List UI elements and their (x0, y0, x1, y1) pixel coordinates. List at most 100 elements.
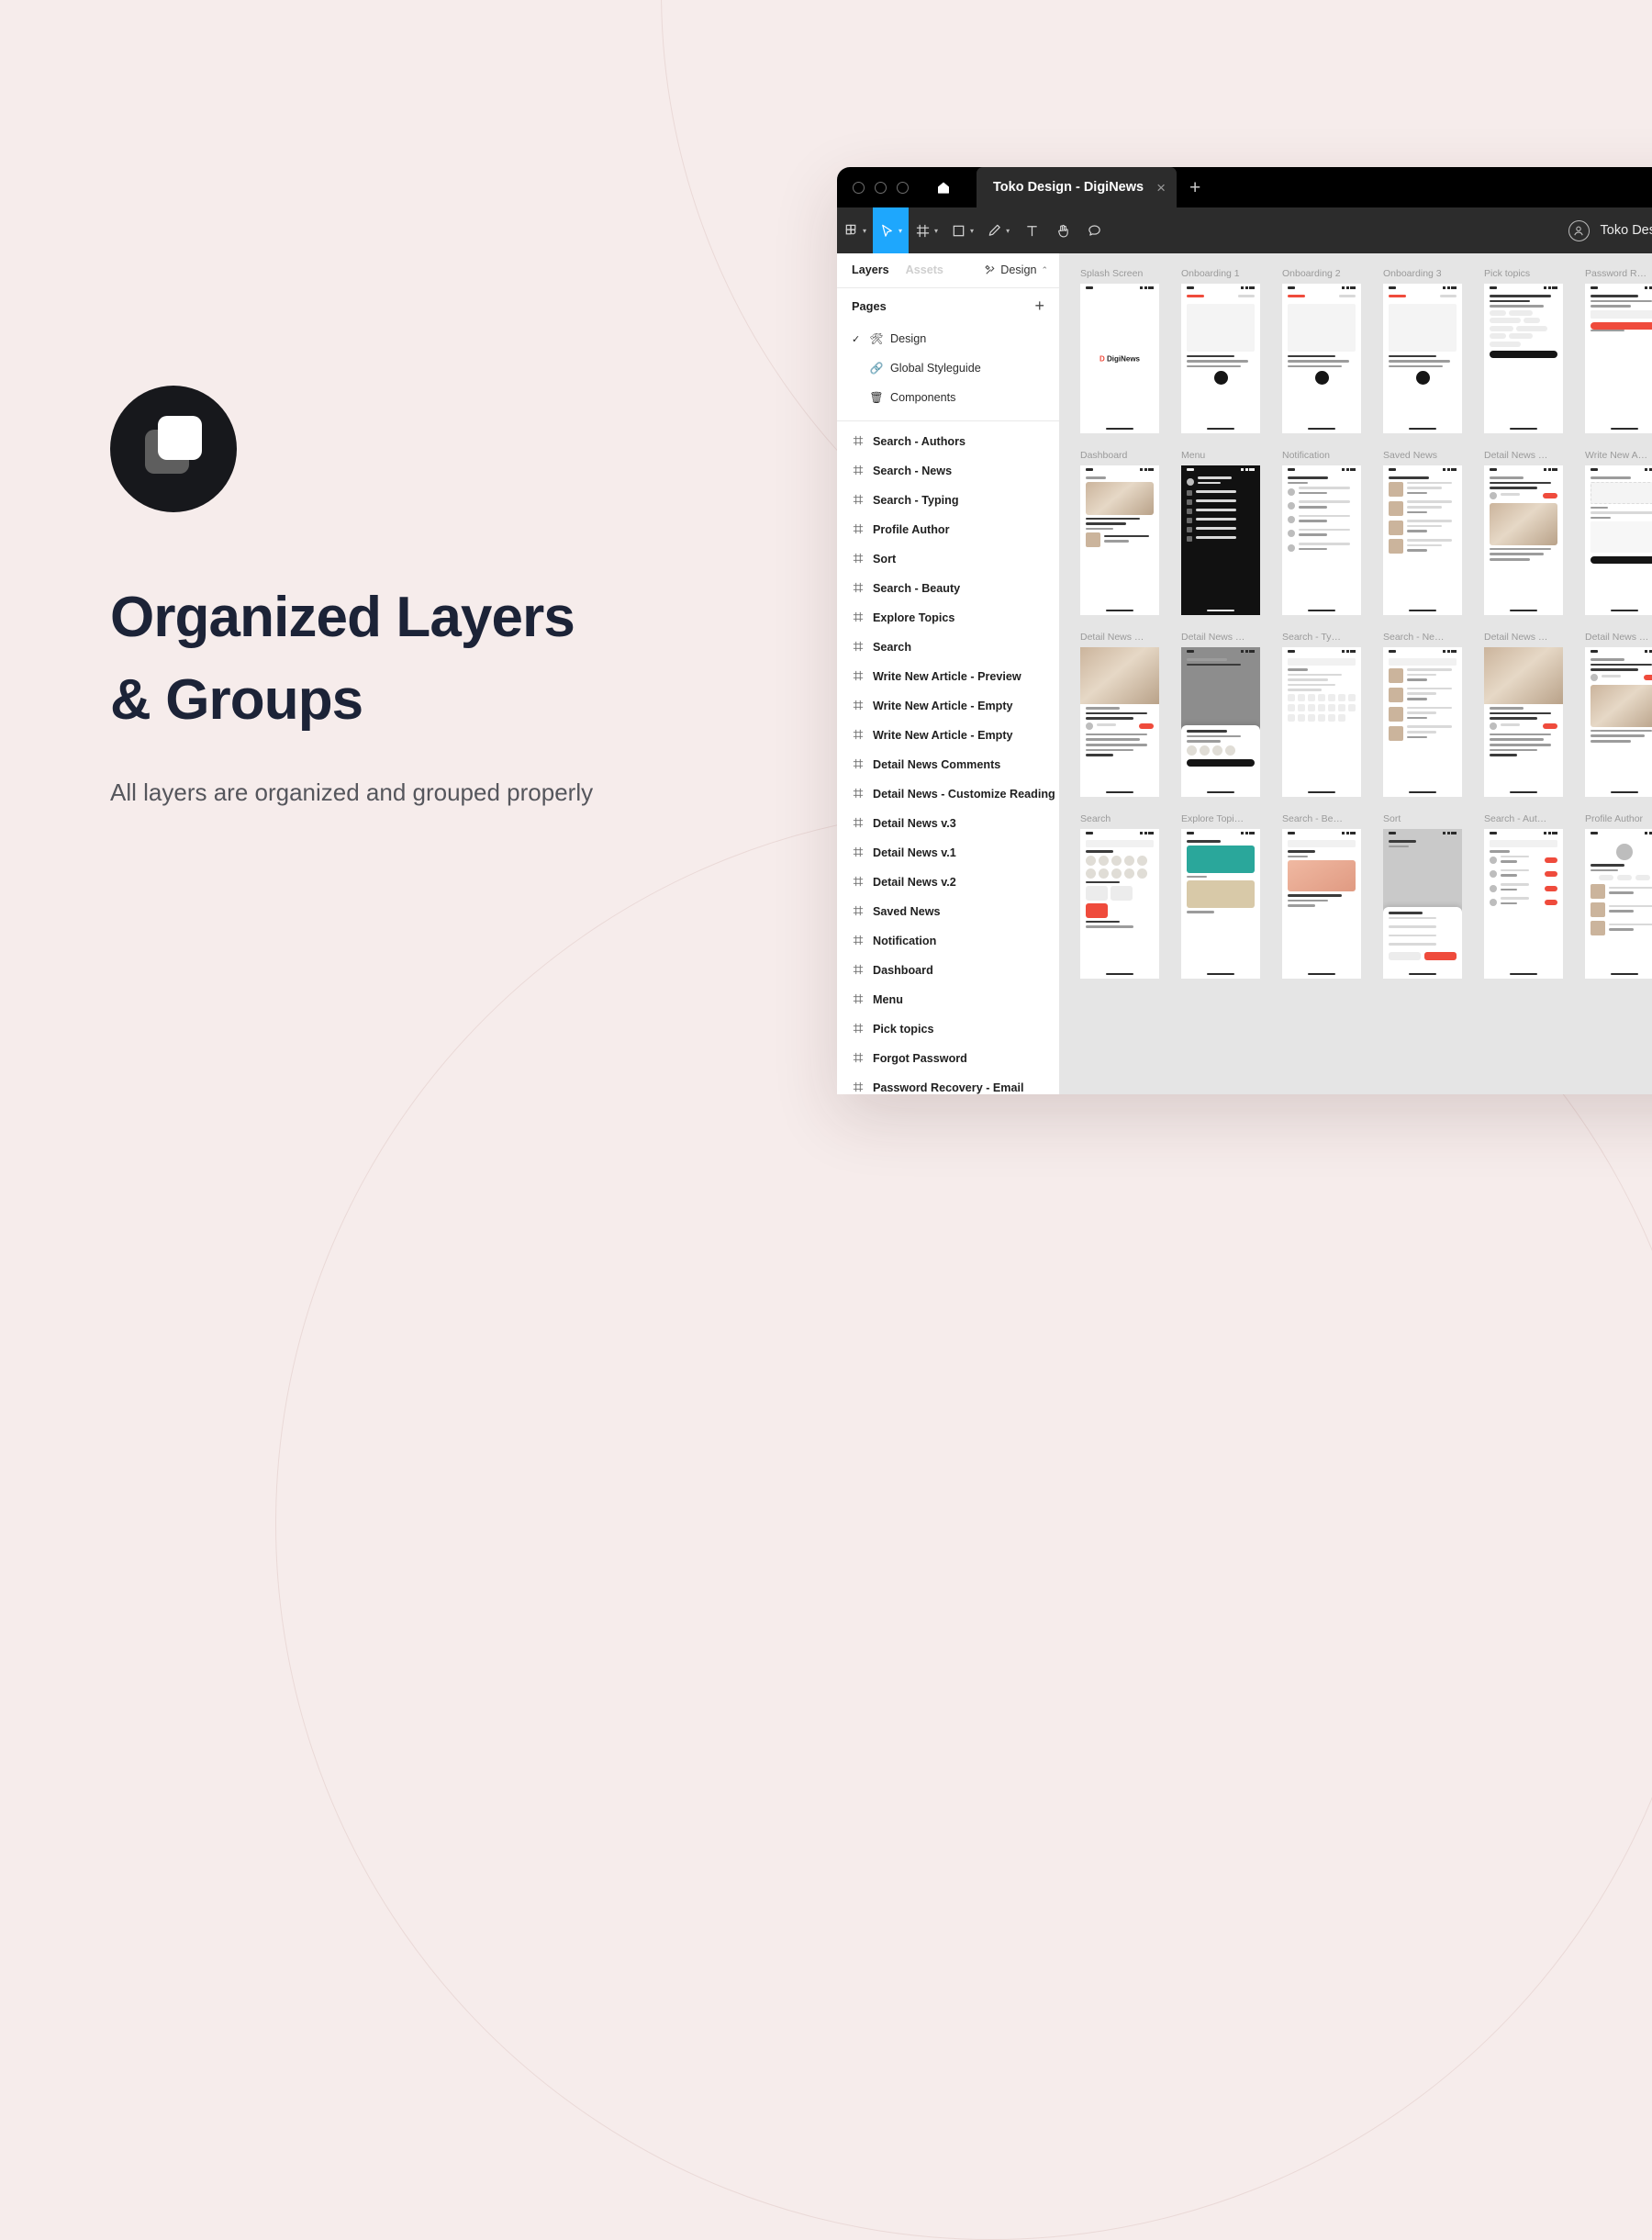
frame-preview[interactable] (1383, 647, 1462, 797)
layer-item[interactable]: Password Recovery - Email (837, 1073, 1059, 1094)
key[interactable] (1348, 693, 1356, 701)
layer-item[interactable]: Detail News v.2 (837, 868, 1059, 897)
frame-preview[interactable] (1181, 829, 1260, 979)
canvas-frame[interactable]: Explore Topi… (1181, 813, 1260, 979)
avatar[interactable] (1568, 219, 1590, 241)
topic-avatar[interactable] (1124, 855, 1134, 866)
layer-item[interactable]: Detail News Comments (837, 750, 1059, 779)
canvas-frame[interactable]: Detail News … (1585, 632, 1652, 797)
frame-label[interactable]: Splash Screen (1080, 268, 1159, 279)
topic-chip[interactable] (1515, 325, 1547, 331)
key[interactable] (1328, 693, 1335, 701)
minimize-window-button[interactable] (875, 181, 887, 194)
follow-button[interactable] (1545, 885, 1557, 891)
canvas-frame[interactable]: Detail News … (1484, 450, 1563, 615)
follow-button[interactable] (1545, 871, 1557, 878)
layer-item[interactable]: Search - Authors (837, 427, 1059, 456)
frame-preview[interactable] (1080, 829, 1159, 979)
topic-chip[interactable] (1508, 333, 1533, 340)
layer-item[interactable]: Search - Beauty (837, 574, 1059, 603)
topic-avatar[interactable] (1111, 855, 1122, 866)
frame-preview[interactable] (1383, 829, 1462, 979)
frame-label[interactable]: Search - Aut… (1484, 813, 1563, 824)
layer-item[interactable]: Write New Article - Preview (837, 662, 1059, 691)
frame-preview[interactable]: D DigiNews (1080, 284, 1159, 433)
frame-preview[interactable] (1383, 465, 1462, 615)
page-item-global-styleguide[interactable]: 🔗 Global Styleguide (837, 353, 1059, 383)
layer-item[interactable]: Detail News - Customize Reading … (837, 779, 1059, 809)
tab-layers[interactable]: Layers (852, 263, 889, 276)
follow-button[interactable] (1545, 857, 1557, 864)
frame-preview[interactable] (1181, 647, 1260, 797)
content-field[interactable] (1591, 521, 1652, 554)
frame-label[interactable]: Dashboard (1080, 450, 1159, 461)
layer-item[interactable]: Menu (837, 985, 1059, 1014)
canvas-frame[interactable]: Onboarding 1 (1181, 268, 1260, 433)
done-button[interactable] (1187, 758, 1255, 767)
window-controls[interactable] (837, 181, 909, 194)
layer-item[interactable]: Detail News v.3 (837, 809, 1059, 838)
add-page-button[interactable]: + (1034, 297, 1044, 314)
sort-option[interactable] (1389, 916, 1436, 920)
canvas-frame[interactable]: Search (1080, 813, 1159, 979)
frame-label[interactable]: Password R… (1585, 268, 1652, 279)
frame-label[interactable]: Detail News … (1080, 632, 1159, 643)
canvas-frame[interactable]: Search - Ty… (1282, 632, 1361, 797)
key[interactable] (1298, 703, 1305, 711)
key[interactable] (1308, 693, 1315, 701)
key[interactable] (1328, 703, 1335, 711)
apply-button[interactable] (1424, 951, 1457, 960)
frame-label[interactable]: Detail News … (1484, 632, 1563, 643)
move-tool-icon[interactable]: ▾ (873, 207, 910, 253)
key[interactable] (1338, 693, 1345, 701)
topic-chip[interactable] (1490, 309, 1506, 316)
canvas-frame[interactable]: Search - Ne… (1383, 632, 1462, 797)
search-input[interactable] (1086, 840, 1154, 847)
canvas-frame[interactable]: Search - Aut… (1484, 813, 1563, 979)
maximize-window-button[interactable] (897, 181, 909, 194)
frame-preview[interactable] (1282, 284, 1361, 433)
topic-chip[interactable] (1490, 318, 1521, 324)
topic-avatar[interactable] (1099, 868, 1109, 879)
layer-item[interactable]: Explore Topics (837, 603, 1059, 633)
topic-chips[interactable] (1490, 309, 1557, 347)
close-icon[interactable]: × (1156, 180, 1166, 196)
key[interactable] (1288, 703, 1295, 711)
key[interactable] (1288, 693, 1295, 701)
frame-label[interactable]: Detail News … (1181, 632, 1260, 643)
layer-item[interactable]: Detail News v.1 (837, 838, 1059, 868)
key[interactable] (1338, 713, 1345, 722)
frame-preview[interactable] (1080, 647, 1159, 797)
follow-button[interactable] (1545, 899, 1557, 905)
canvas-frame[interactable]: Dashboard (1080, 450, 1159, 615)
frame-label[interactable]: Search - Be… (1282, 813, 1361, 824)
topic-chip[interactable] (1490, 333, 1506, 340)
layer-item[interactable]: Search - News (837, 456, 1059, 486)
frame-label[interactable]: Write New A… (1585, 450, 1652, 461)
frame-preview[interactable] (1484, 465, 1563, 615)
toolbar-user-area[interactable]: Toko Design - DigiNews ▾ (1568, 207, 1652, 253)
get-started-button[interactable] (1490, 350, 1557, 358)
canvas-frame[interactable]: Pick topics (1484, 268, 1563, 433)
key[interactable] (1318, 713, 1325, 722)
layer-item[interactable]: Notification (837, 926, 1059, 956)
canvas-frame[interactable]: Detail News … (1484, 632, 1563, 797)
search-input[interactable] (1389, 658, 1457, 666)
canvas-frame[interactable]: Saved News (1383, 450, 1462, 615)
figma-canvas[interactable]: Splash Screen D DigiNews Onboarding 1 Onboa… (1060, 253, 1652, 1094)
canvas-frame[interactable]: Splash Screen D DigiNews (1080, 268, 1159, 433)
frame-label[interactable]: Detail News … (1585, 632, 1652, 643)
page-item-components[interactable]: 🗑 Components (837, 383, 1059, 412)
frame-label[interactable]: Search (1080, 813, 1159, 824)
frame-preview[interactable] (1282, 829, 1361, 979)
layer-item[interactable]: Forgot Password (837, 1044, 1059, 1073)
topic-avatar[interactable] (1137, 868, 1147, 879)
sort-option[interactable] (1389, 925, 1436, 928)
frame-preview[interactable] (1484, 284, 1563, 433)
frame-label[interactable]: Search - Ty… (1282, 632, 1361, 643)
frame-preview[interactable] (1282, 647, 1361, 797)
page-item-design[interactable]: ✓ 🛠 Design (837, 324, 1059, 353)
topic-chip[interactable] (1508, 309, 1533, 316)
key[interactable] (1348, 703, 1356, 711)
key[interactable] (1288, 713, 1295, 722)
